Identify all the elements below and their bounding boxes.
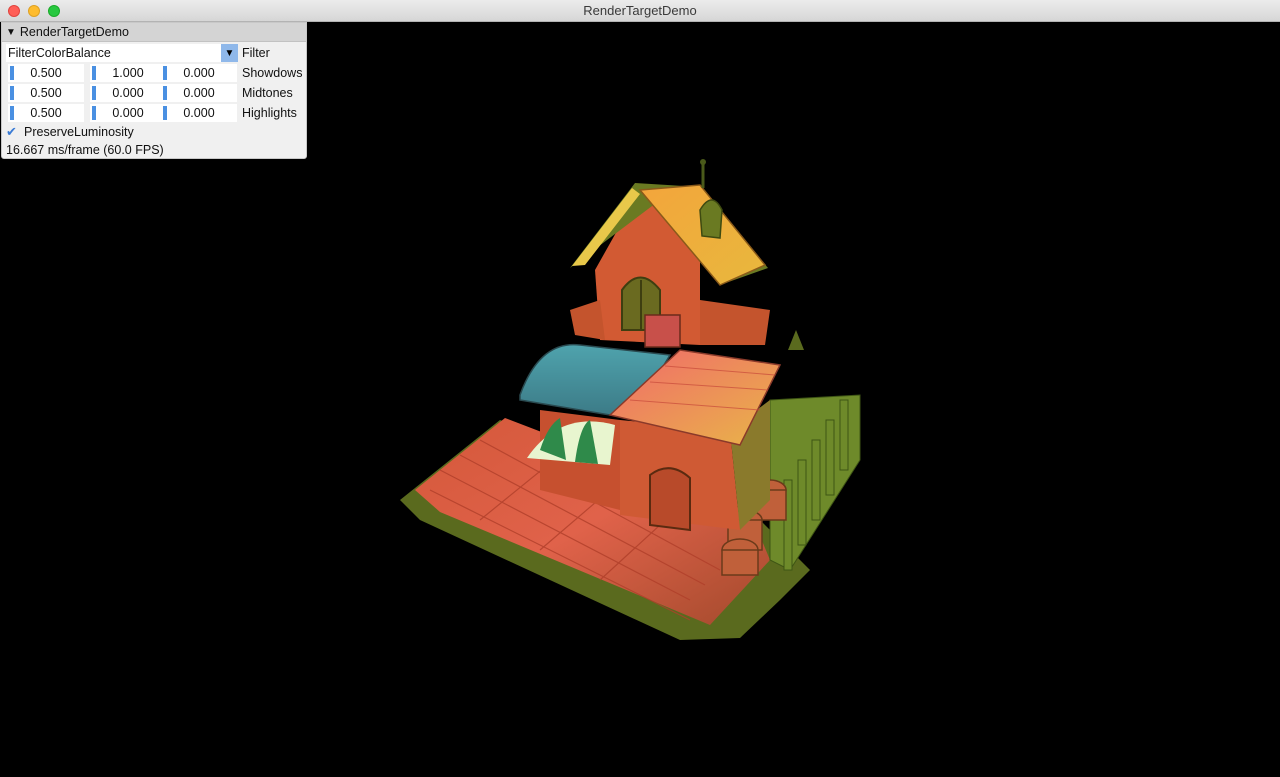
filter-combo-value: FilterColorBalance [8, 46, 111, 60]
highlights-label: Highlights [242, 106, 297, 120]
filter-row: FilterColorBalance ▼ Filter [6, 44, 270, 62]
window-controls [8, 5, 60, 17]
shadows-r-field[interactable]: 0.500 [8, 64, 84, 82]
dropdown-arrow-icon[interactable]: ▼ [221, 44, 238, 62]
zoom-window-button[interactable] [48, 5, 60, 17]
slider-grab[interactable] [10, 66, 14, 80]
panel-header[interactable]: ▼ RenderTargetDemo [2, 23, 306, 42]
midtones-row: 0.500 0.000 0.000 Midtones [6, 84, 308, 102]
window-titlebar: RenderTargetDemo [0, 0, 1280, 22]
close-window-button[interactable] [8, 5, 20, 17]
filter-label: Filter [242, 46, 270, 60]
slider-grab[interactable] [10, 86, 14, 100]
midtones-r-field[interactable]: 0.500 [8, 84, 84, 102]
preserve-luminosity-checkbox[interactable]: ✔ PreserveLuminosity [6, 124, 134, 140]
highlights-b-field[interactable]: 0.000 [161, 104, 237, 122]
highlights-g-field[interactable]: 0.000 [90, 104, 166, 122]
render-target-panel[interactable]: ▼ RenderTargetDemo FilterColorBalance ▼ … [1, 22, 307, 159]
shadows-row: 0.500 1.000 0.000 Showdows [6, 64, 308, 82]
shadows-b-field[interactable]: 0.000 [161, 64, 237, 82]
slider-grab[interactable] [92, 86, 96, 100]
highlights-r-field[interactable]: 0.500 [8, 104, 84, 122]
midtones-b-field[interactable]: 0.000 [161, 84, 237, 102]
midtones-label: Midtones [242, 86, 293, 100]
midtones-g-field[interactable]: 0.000 [90, 84, 166, 102]
slider-grab[interactable] [163, 86, 167, 100]
slider-grab[interactable] [163, 106, 167, 120]
shadows-label: Showdows [242, 66, 303, 80]
slider-grab[interactable] [92, 66, 96, 80]
frame-stats: 16.667 ms/frame (60.0 FPS) [6, 143, 164, 157]
filter-combo[interactable]: FilterColorBalance ▼ [6, 44, 238, 62]
highlights-row: 0.500 0.000 0.000 Highlights [6, 104, 308, 122]
checkmark-icon[interactable]: ✔ [6, 124, 18, 140]
shadows-g-field[interactable]: 1.000 [90, 64, 166, 82]
panel-title: RenderTargetDemo [19, 25, 129, 39]
window-title: RenderTargetDemo [583, 3, 697, 18]
preserve-luminosity-label: PreserveLuminosity [24, 125, 134, 139]
slider-grab[interactable] [10, 106, 14, 120]
collapse-triangle-icon[interactable]: ▼ [6, 27, 16, 38]
slider-grab[interactable] [163, 66, 167, 80]
slider-grab[interactable] [92, 106, 96, 120]
minimize-window-button[interactable] [28, 5, 40, 17]
